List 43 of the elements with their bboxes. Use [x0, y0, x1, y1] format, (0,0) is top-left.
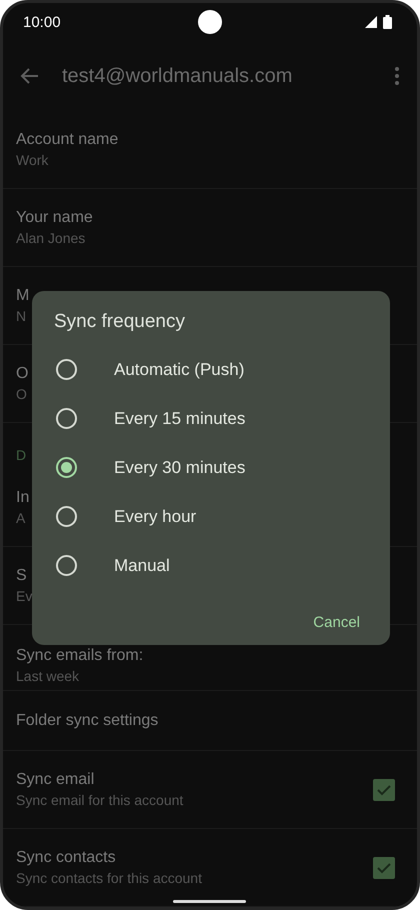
setting-title[interactable]: Sync email	[16, 771, 94, 789]
option-label[interactable]: Automatic (Push)	[114, 360, 244, 380]
setting-summary: Work	[16, 152, 48, 168]
checkmark-icon	[377, 784, 391, 796]
setting-summary: Alan Jones	[16, 230, 86, 246]
camera-cutout	[198, 10, 222, 34]
setting-title[interactable]: Sync emails from:	[16, 647, 144, 665]
radio-button[interactable]	[56, 506, 77, 527]
setting-summary: Last week	[16, 668, 80, 684]
setting-title[interactable]: M	[16, 287, 30, 305]
radio-button[interactable]	[56, 555, 77, 576]
cancel-button[interactable]: Cancel	[309, 608, 364, 637]
setting-summary: Sync email for this account	[16, 792, 184, 808]
more-menu-icon[interactable]	[395, 67, 399, 85]
option-label[interactable]: Every 15 minutes	[114, 408, 246, 428]
setting-summary: O	[16, 386, 27, 402]
setting-title[interactable]: Sync contacts	[16, 849, 116, 867]
setting-summary: Sync contacts for this account	[16, 870, 202, 886]
section-header: D	[16, 447, 26, 463]
option-label[interactable]: Every 30 minutes	[114, 458, 246, 478]
option-label[interactable]: Manual	[114, 556, 170, 576]
checkbox[interactable]	[373, 778, 395, 800]
setting-title[interactable]: Your name	[16, 209, 93, 227]
checkmark-icon	[377, 862, 391, 874]
status-time: 10:00	[23, 14, 61, 30]
setting-title[interactable]: O	[16, 365, 28, 383]
checkbox[interactable]	[373, 856, 395, 878]
radio-button[interactable]	[56, 457, 77, 478]
battery-icon	[383, 15, 392, 29]
account-title: test4@worldmanuals.com	[62, 64, 294, 88]
setting-title[interactable]: S	[16, 567, 27, 585]
back-icon[interactable]	[20, 66, 40, 86]
setting-title[interactable]: Account name	[16, 131, 118, 149]
signal-icon	[364, 15, 378, 29]
setting-summary: N	[16, 308, 26, 324]
radio-button[interactable]	[56, 408, 77, 429]
setting-summary: Ev	[16, 588, 32, 604]
radio-button[interactable]	[56, 359, 77, 380]
setting-summary: A	[16, 510, 26, 526]
setting-title[interactable]: In	[16, 489, 30, 507]
dialog-title: Sync frequency	[54, 311, 186, 333]
option-label[interactable]: Every hour	[114, 506, 196, 526]
setting-title[interactable]: Folder sync settings	[16, 712, 158, 730]
